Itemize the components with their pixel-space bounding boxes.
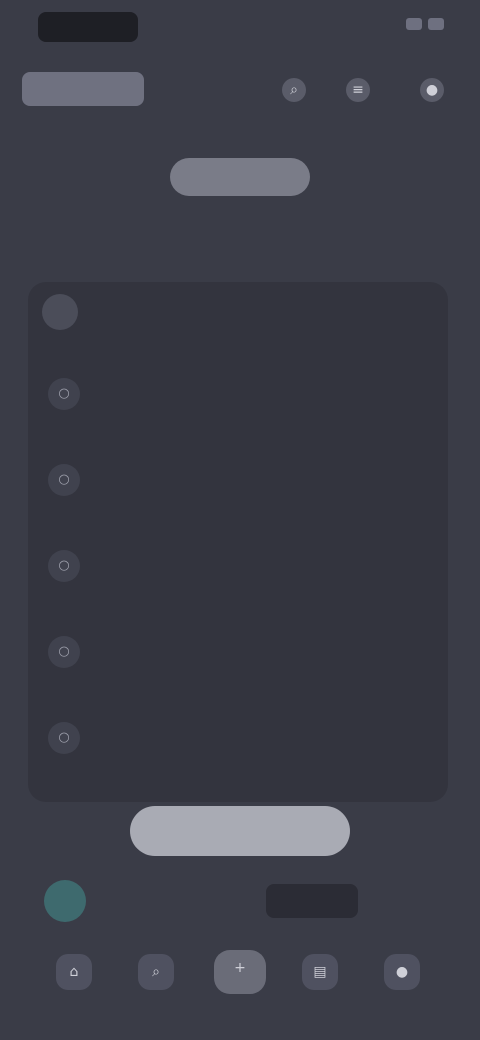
list-item-text: [106, 468, 436, 490]
app-header: ⌕ ≡ ●: [0, 56, 480, 120]
list-item[interactable]: ○: [42, 536, 442, 596]
tab-bar: [44, 150, 436, 204]
filter-icon[interactable]: ≡: [346, 78, 370, 102]
list-item-icon: ○: [48, 550, 80, 582]
status-time: [38, 12, 138, 42]
mini-player-progress: [266, 884, 358, 918]
profile-icon[interactable]: ●: [420, 78, 444, 102]
list-header[interactable]: [42, 292, 442, 332]
list-item-text: [106, 640, 436, 662]
avatar: [42, 294, 78, 330]
mini-player-action[interactable]: [370, 888, 444, 914]
battery-icon: [428, 18, 444, 30]
list-item-icon: ○: [48, 722, 80, 754]
list-item[interactable]: ○: [42, 708, 442, 768]
status-icons: [406, 18, 444, 30]
tab-3[interactable]: [326, 158, 436, 196]
list-item-icon: ○: [48, 378, 80, 410]
tab-2-active[interactable]: [170, 158, 310, 196]
bottom-nav: ⌂ ⌕ + ▤ ●: [0, 940, 480, 1020]
add-icon[interactable]: +: [214, 950, 266, 994]
status-bar: [0, 0, 480, 52]
tab-1[interactable]: [44, 158, 154, 196]
list-item-icon: ○: [48, 636, 80, 668]
list-item[interactable]: ○: [42, 622, 442, 682]
wifi-icon: [406, 18, 422, 30]
app-title: [22, 72, 144, 106]
home-icon[interactable]: ⌂: [56, 954, 92, 990]
primary-action-button[interactable]: [130, 806, 350, 856]
list-item[interactable]: ○: [42, 450, 442, 510]
list-item[interactable]: ○: [42, 364, 442, 424]
list-item-text: [106, 726, 436, 748]
account-icon[interactable]: ●: [384, 954, 420, 990]
search-icon[interactable]: ⌕: [138, 954, 174, 990]
list-item-text: [106, 382, 436, 404]
list-item-text: [106, 554, 436, 576]
search-icon[interactable]: ⌕: [282, 78, 306, 102]
library-icon[interactable]: ▤: [302, 954, 338, 990]
mini-player-artwork: [44, 880, 86, 922]
list-item-icon: ○: [48, 464, 80, 496]
mini-player[interactable]: [40, 876, 444, 926]
